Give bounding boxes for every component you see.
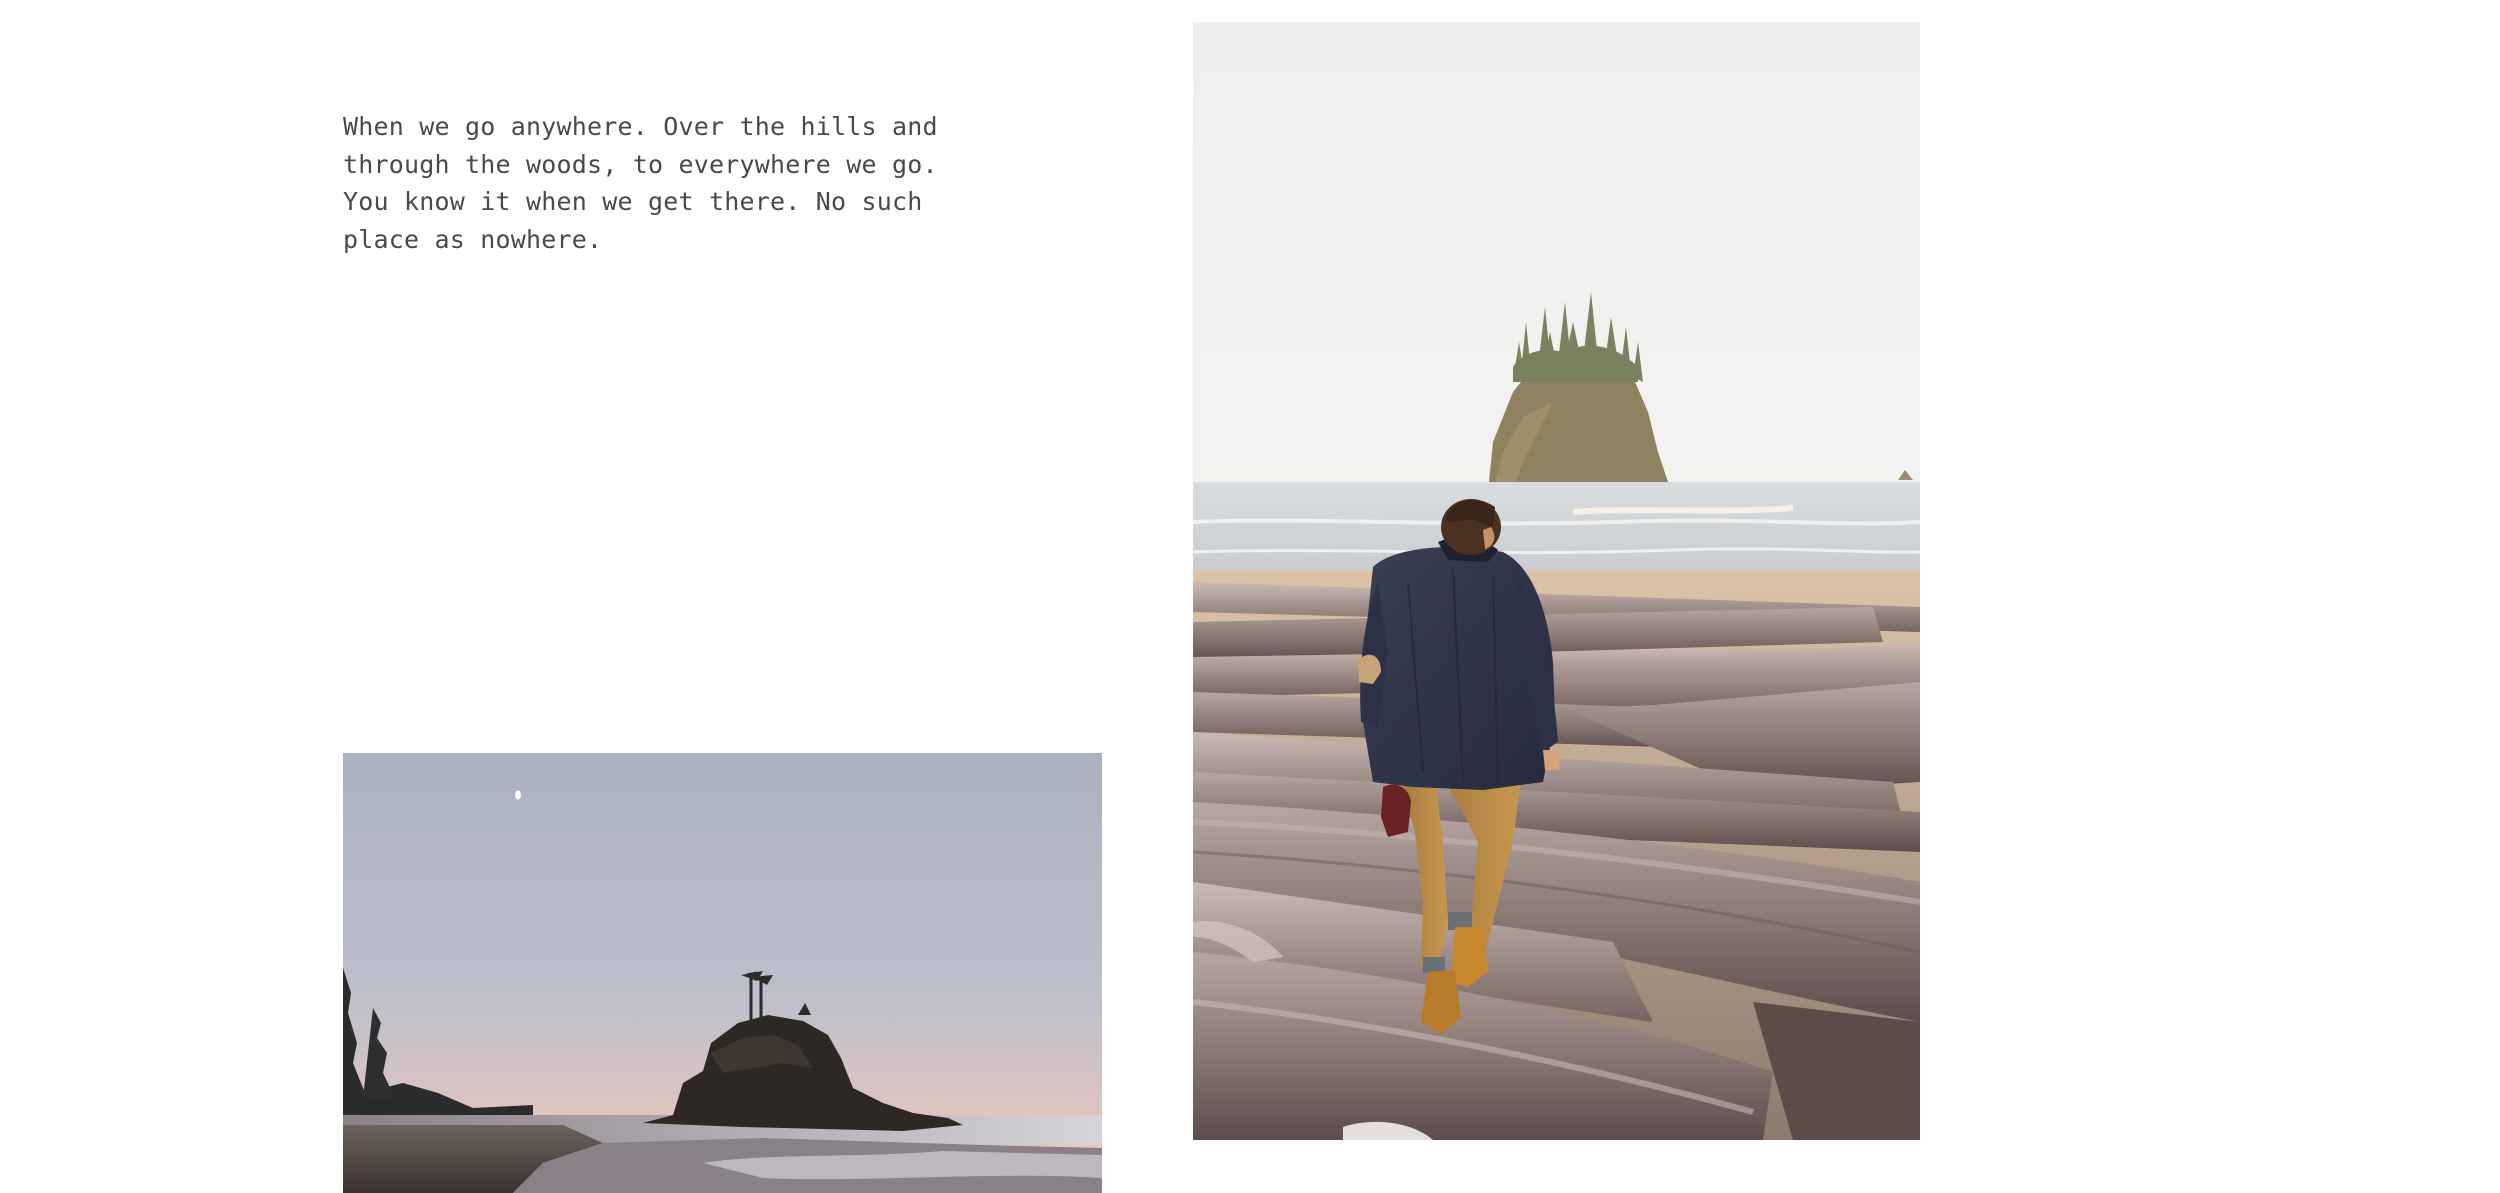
- hiker-driftwood-photo: [1193, 22, 1920, 1140]
- intro-paragraph: When we go anywhere. Over the hills and …: [343, 112, 938, 254]
- sunset-sea-stack-photo: [343, 753, 1102, 1193]
- page: When we go anywhere. Over the hills and …: [0, 0, 2500, 1193]
